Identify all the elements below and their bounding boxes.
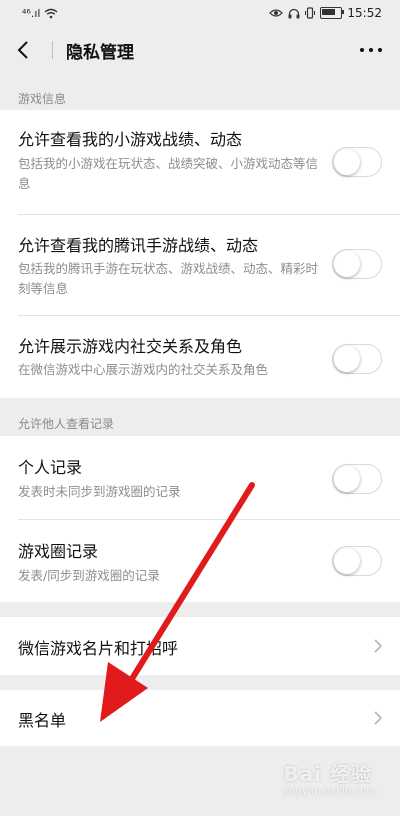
toggle-row-circle-record: 游戏圈记录 发表/同步到游戏圈的记录 (0, 520, 400, 602)
link-row-game-card[interactable]: 微信游戏名片和打招呼 (0, 617, 400, 675)
section-header-others-view: 允许他人查看记录 (18, 417, 115, 431)
toggle-knob (334, 466, 360, 492)
row-title: 游戏圈记录 (18, 542, 99, 561)
watermark-url: jingyan.baidu.com (283, 786, 376, 797)
dot-icon (369, 48, 373, 52)
nav-divider (52, 41, 53, 59)
row-title: 个人记录 (18, 458, 83, 477)
page-title: 隐私管理 (66, 43, 134, 63)
wifi-icon (44, 8, 58, 18)
toggle-switch[interactable] (332, 344, 382, 374)
eye-icon (269, 9, 284, 17)
toggle-row-mini-game: 允许查看我的小游戏战绩、动态 包括我的小游戏在玩状态、战绩突破、小游戏动态等信息 (0, 110, 400, 214)
row-description: 包括我的腾讯手游在玩状态、游戏战绩、动态、精彩时刻等信息 (18, 261, 319, 296)
status-bar: ⁴⁶.ıl 15:52 (0, 0, 400, 26)
row-title: 允许查看我的腾讯手游战绩、动态 (18, 236, 259, 255)
toggle-knob (334, 548, 360, 574)
game-info-card: 允许查看我的小游戏战绩、动态 包括我的小游戏在玩状态、战绩突破、小游戏动态等信息… (0, 110, 400, 398)
toggle-switch[interactable] (332, 464, 382, 494)
section-header-game-info: 游戏信息 (18, 92, 67, 106)
signal-icon: ⁴⁶.ıl (22, 6, 41, 20)
battery-icon (320, 7, 345, 19)
chevron-right-icon (374, 711, 383, 725)
toggle-switch[interactable] (332, 249, 382, 279)
toggle-switch[interactable] (332, 546, 382, 576)
watermark-logo: Bai 经验 (283, 762, 372, 786)
more-options-button[interactable] (360, 40, 382, 60)
link-label: 微信游戏名片和打招呼 (18, 639, 179, 658)
row-title: 允许展示游戏内社交关系及角色 (18, 337, 243, 356)
row-description: 在微信游戏中心展示游戏内的社交关系及角色 (18, 362, 269, 377)
row-description: 包括我的小游戏在玩状态、战绩突破、小游戏动态等信息 (18, 156, 319, 191)
dot-icon (360, 48, 364, 52)
nav-bar: 隐私管理 (0, 26, 400, 74)
link-label: 黑名单 (18, 711, 67, 730)
link-row-blacklist[interactable]: 黑名单 (0, 690, 400, 746)
chevron-right-icon (374, 639, 383, 653)
clock: 15:52 (347, 6, 382, 20)
dot-icon (378, 48, 382, 52)
row-description: 发表/同步到游戏圈的记录 (18, 568, 160, 583)
row-description: 发表时未同步到游戏圈的记录 (18, 484, 181, 499)
toggle-switch[interactable] (332, 147, 382, 177)
headphones-icon (288, 8, 300, 18)
toggle-knob (334, 149, 360, 175)
others-view-card: 个人记录 发表时未同步到游戏圈的记录 游戏圈记录 发表/同步到游戏圈的记录 (0, 436, 400, 602)
toggle-knob (334, 251, 360, 277)
row-title: 允许查看我的小游戏战绩、动态 (18, 130, 243, 149)
toggle-row-personal-record: 个人记录 发表时未同步到游戏圈的记录 (0, 436, 400, 519)
toggle-row-social: 允许展示游戏内社交关系及角色 在微信游戏中心展示游戏内的社交关系及角色 (0, 316, 400, 398)
back-icon[interactable] (12, 38, 36, 62)
vibrate-icon (305, 7, 316, 19)
toggle-row-mobile-game: 允许查看我的腾讯手游战绩、动态 包括我的腾讯手游在玩状态、游戏战绩、动态、精彩时… (0, 215, 400, 315)
toggle-knob (334, 346, 360, 372)
